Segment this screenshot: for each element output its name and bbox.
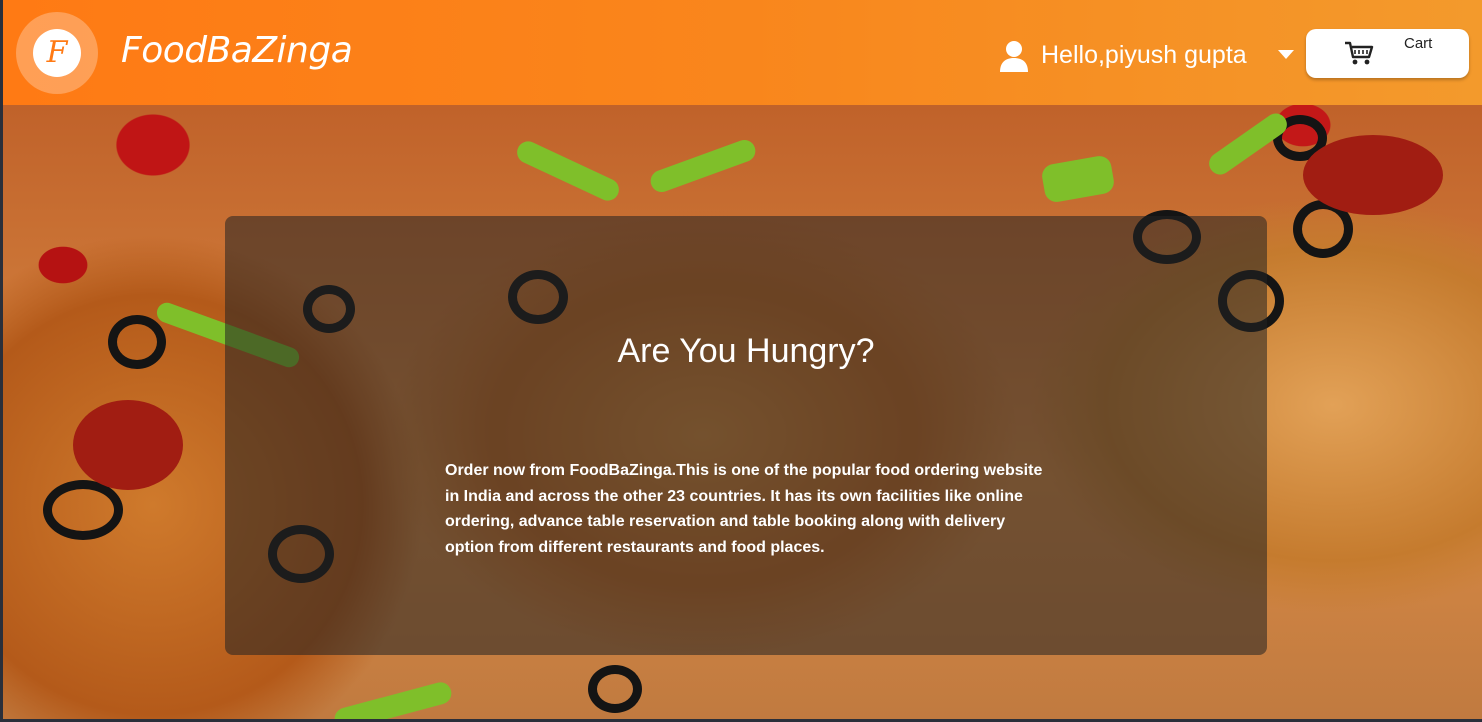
pepper-decoration — [332, 679, 454, 719]
olive-decoration — [43, 480, 123, 540]
pepperoni-decoration — [73, 400, 183, 490]
logo[interactable]: F — [16, 12, 98, 94]
user-icon — [1000, 41, 1028, 72]
pepper-decoration — [1040, 154, 1116, 204]
olive-decoration — [588, 665, 642, 713]
header-bar: F FoodBaZinga Hello,piyush gupta Cart — [3, 0, 1482, 105]
app-frame: F FoodBaZinga Hello,piyush gupta Cart Ar… — [0, 0, 1482, 722]
hero-overlay-card: Are You Hungry? Order now from FoodBaZin… — [225, 216, 1267, 655]
caret-down-icon[interactable] — [1278, 50, 1294, 59]
brand-name[interactable]: FoodBaZinga — [121, 30, 353, 71]
pepper-decoration — [513, 137, 623, 205]
cart-icon — [1345, 41, 1374, 65]
olive-decoration — [108, 315, 166, 369]
cart-button[interactable]: Cart — [1306, 29, 1469, 78]
logo-badge: F — [33, 29, 81, 77]
pepper-decoration — [647, 136, 759, 196]
pepperoni-decoration — [1303, 135, 1443, 215]
cart-label: Cart — [1404, 35, 1433, 52]
hero-title: Are You Hungry? — [617, 332, 875, 370]
hero-background: Are You Hungry? Order now from FoodBaZin… — [3, 105, 1482, 719]
logo-letter: F — [46, 35, 68, 70]
hero-description: Order now from FoodBaZinga.This is one o… — [445, 462, 1043, 556]
user-greeting[interactable]: Hello,piyush gupta — [1041, 41, 1247, 70]
